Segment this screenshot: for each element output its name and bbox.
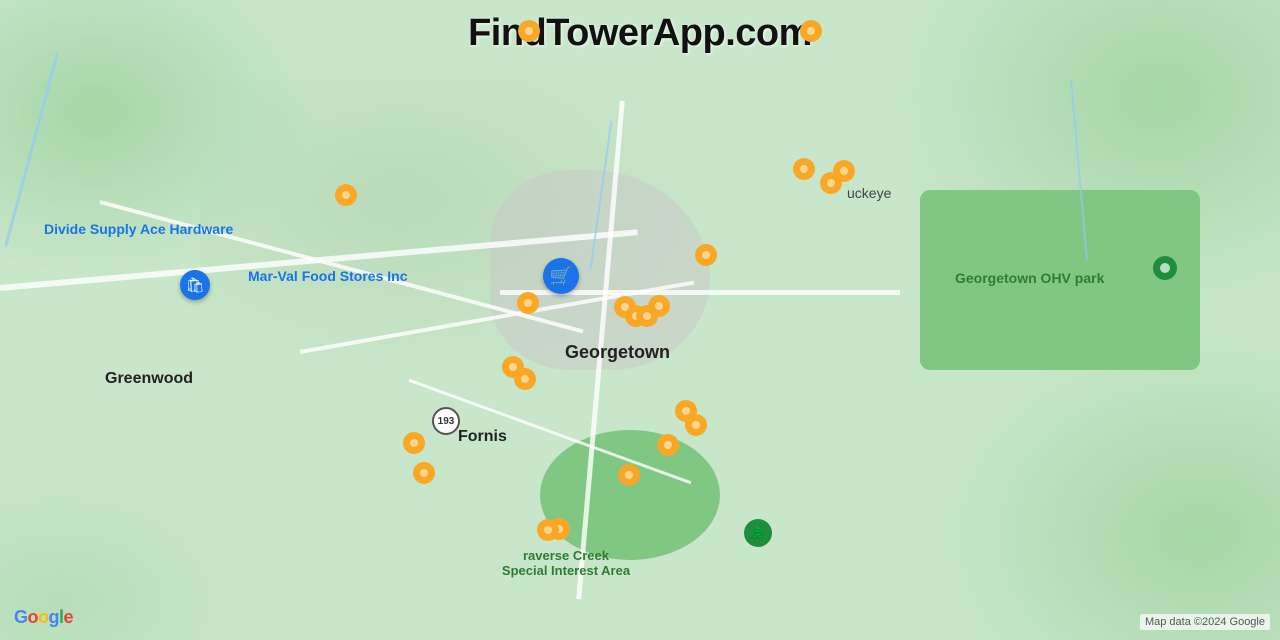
logo-e: e (64, 607, 74, 628)
park-marker[interactable] (1153, 256, 1177, 286)
tower-marker[interactable] (518, 20, 540, 48)
logo-o1: o (28, 607, 39, 628)
tower-marker[interactable] (800, 20, 822, 48)
logo-g: G (14, 607, 28, 628)
google-logo: Google (14, 607, 73, 628)
nature-marker[interactable]: 🌲 (744, 519, 772, 547)
tower-marker[interactable] (335, 184, 357, 212)
tower-marker-traverse[interactable] (537, 519, 559, 547)
label-georgetown-ohv: Georgetown OHV park (955, 270, 1104, 286)
tower-marker[interactable] (793, 158, 815, 186)
tower-marker[interactable] (657, 434, 679, 462)
logo-o2: o (38, 607, 49, 628)
route-badge-193: 193 (432, 407, 460, 435)
tower-marker[interactable] (514, 368, 536, 396)
tower-marker-buckeye[interactable] (820, 172, 842, 200)
tower-marker[interactable] (648, 295, 670, 323)
tower-marker[interactable] (413, 462, 435, 490)
tower-marker[interactable] (517, 292, 539, 320)
logo-g2: g (49, 607, 60, 628)
selected-store-marker[interactable]: 🛒 (543, 258, 579, 294)
map-attribution: Map data ©2024 Google (1140, 614, 1270, 630)
label-divide-supply: Divide Supply Ace Hardware (44, 220, 233, 238)
label-marval: Mar-Val Food Stores Inc (248, 268, 407, 284)
label-traverse-creek: raverse CreekSpecial Interest Area (476, 548, 656, 578)
tower-marker[interactable] (618, 464, 640, 492)
map-container[interactable]: FindTowerApp.com (0, 0, 1280, 640)
tower-marker[interactable] (695, 244, 717, 272)
tower-marker[interactable] (685, 414, 707, 442)
store-marker[interactable]: 🛍 (180, 270, 210, 300)
tower-marker[interactable] (403, 432, 425, 460)
